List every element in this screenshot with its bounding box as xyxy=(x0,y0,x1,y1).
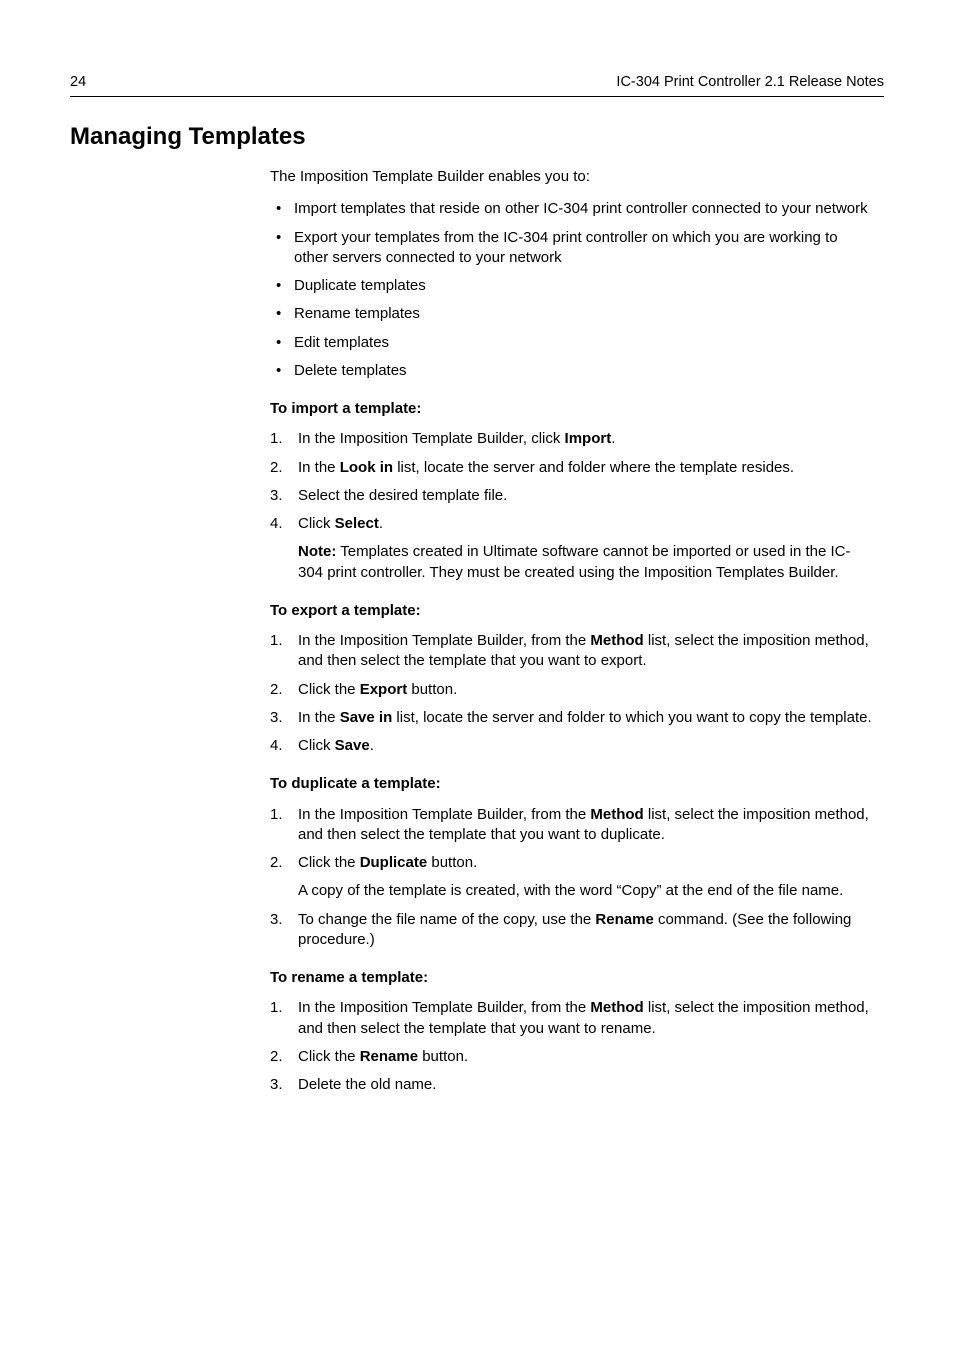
step: In the Imposition Template Builder, clic… xyxy=(270,429,874,449)
step: In the Imposition Template Builder, from… xyxy=(270,805,874,846)
text: button. xyxy=(418,1048,468,1065)
bold: Import xyxy=(565,430,612,447)
duplicate-heading: To duplicate a template: xyxy=(270,774,874,794)
import-steps: In the Imposition Template Builder, clic… xyxy=(270,429,874,583)
rename-heading: To rename a template: xyxy=(270,968,874,988)
content: The Imposition Template Builder enables … xyxy=(270,167,874,1095)
step: Click Save. xyxy=(270,736,874,756)
bold: Method xyxy=(590,806,643,823)
export-heading: To export a template: xyxy=(270,601,874,621)
bold: Method xyxy=(590,632,643,649)
step: Click the Export button. xyxy=(270,680,874,700)
bold: Duplicate xyxy=(360,854,428,871)
text: button. xyxy=(407,681,457,698)
list-item: Edit templates xyxy=(270,333,874,353)
text: Click the xyxy=(298,681,360,698)
text: Click xyxy=(298,737,335,754)
list-item: Rename templates xyxy=(270,304,874,324)
rename-steps: In the Imposition Template Builder, from… xyxy=(270,998,874,1095)
duplicate-steps: In the Imposition Template Builder, from… xyxy=(270,805,874,951)
bold: Look in xyxy=(340,459,393,476)
note-body: Templates created in Ultimate software c… xyxy=(298,543,850,580)
page-header: 24 IC-304 Print Controller 2.1 Release N… xyxy=(70,74,884,97)
text: . xyxy=(370,737,374,754)
document-title: IC-304 Print Controller 2.1 Release Note… xyxy=(616,74,884,90)
bold: Rename xyxy=(360,1048,418,1065)
step: Click Select. Note: Templates created in… xyxy=(270,514,874,583)
text: button. xyxy=(427,854,477,871)
bold: Method xyxy=(590,999,643,1016)
text: . xyxy=(611,430,615,447)
step: To change the file name of the copy, use… xyxy=(270,910,874,951)
page: 24 IC-304 Print Controller 2.1 Release N… xyxy=(0,0,954,1350)
list-item: Import templates that reside on other IC… xyxy=(270,199,874,219)
note-label: Note: xyxy=(298,543,336,560)
text: To change the file name of the copy, use… xyxy=(298,911,595,928)
text: list, locate the server and folder to wh… xyxy=(392,709,871,726)
text: In the Imposition Template Builder, from… xyxy=(298,806,590,823)
step: In the Imposition Template Builder, from… xyxy=(270,998,874,1039)
text: In the xyxy=(298,459,340,476)
list-item: Duplicate templates xyxy=(270,276,874,296)
note: Note: Templates created in Ultimate soft… xyxy=(298,542,874,583)
list-item: Delete templates xyxy=(270,361,874,381)
text: In the Imposition Template Builder, from… xyxy=(298,999,590,1016)
text: In the xyxy=(298,709,340,726)
text: Click the xyxy=(298,854,360,871)
step: In the Imposition Template Builder, from… xyxy=(270,631,874,672)
intro-text: The Imposition Template Builder enables … xyxy=(270,167,874,187)
import-heading: To import a template: xyxy=(270,399,874,419)
text: list, locate the server and folder where… xyxy=(393,459,794,476)
step: Delete the old name. xyxy=(270,1075,874,1095)
step: In the Look in list, locate the server a… xyxy=(270,458,874,478)
bold: Export xyxy=(360,681,408,698)
export-steps: In the Imposition Template Builder, from… xyxy=(270,631,874,756)
bold: Save xyxy=(335,737,370,754)
step: Select the desired template file. xyxy=(270,486,874,506)
list-item: Export your templates from the IC-304 pr… xyxy=(270,228,874,269)
text: In the Imposition Template Builder, from… xyxy=(298,632,590,649)
bold: Save in xyxy=(340,709,393,726)
step-note: A copy of the template is created, with … xyxy=(298,881,874,901)
bold: Rename xyxy=(595,911,653,928)
step: Click the Rename button. xyxy=(270,1047,874,1067)
step: In the Save in list, locate the server a… xyxy=(270,708,874,728)
page-number: 24 xyxy=(70,74,86,90)
text: In the Imposition Template Builder, clic… xyxy=(298,430,565,447)
text: Click xyxy=(298,515,335,532)
text: . xyxy=(379,515,383,532)
step: Click the Duplicate button. A copy of th… xyxy=(270,853,874,902)
section-heading: Managing Templates xyxy=(70,123,954,151)
capabilities-list: Import templates that reside on other IC… xyxy=(270,199,874,381)
bold: Select xyxy=(335,515,379,532)
text: Click the xyxy=(298,1048,360,1065)
